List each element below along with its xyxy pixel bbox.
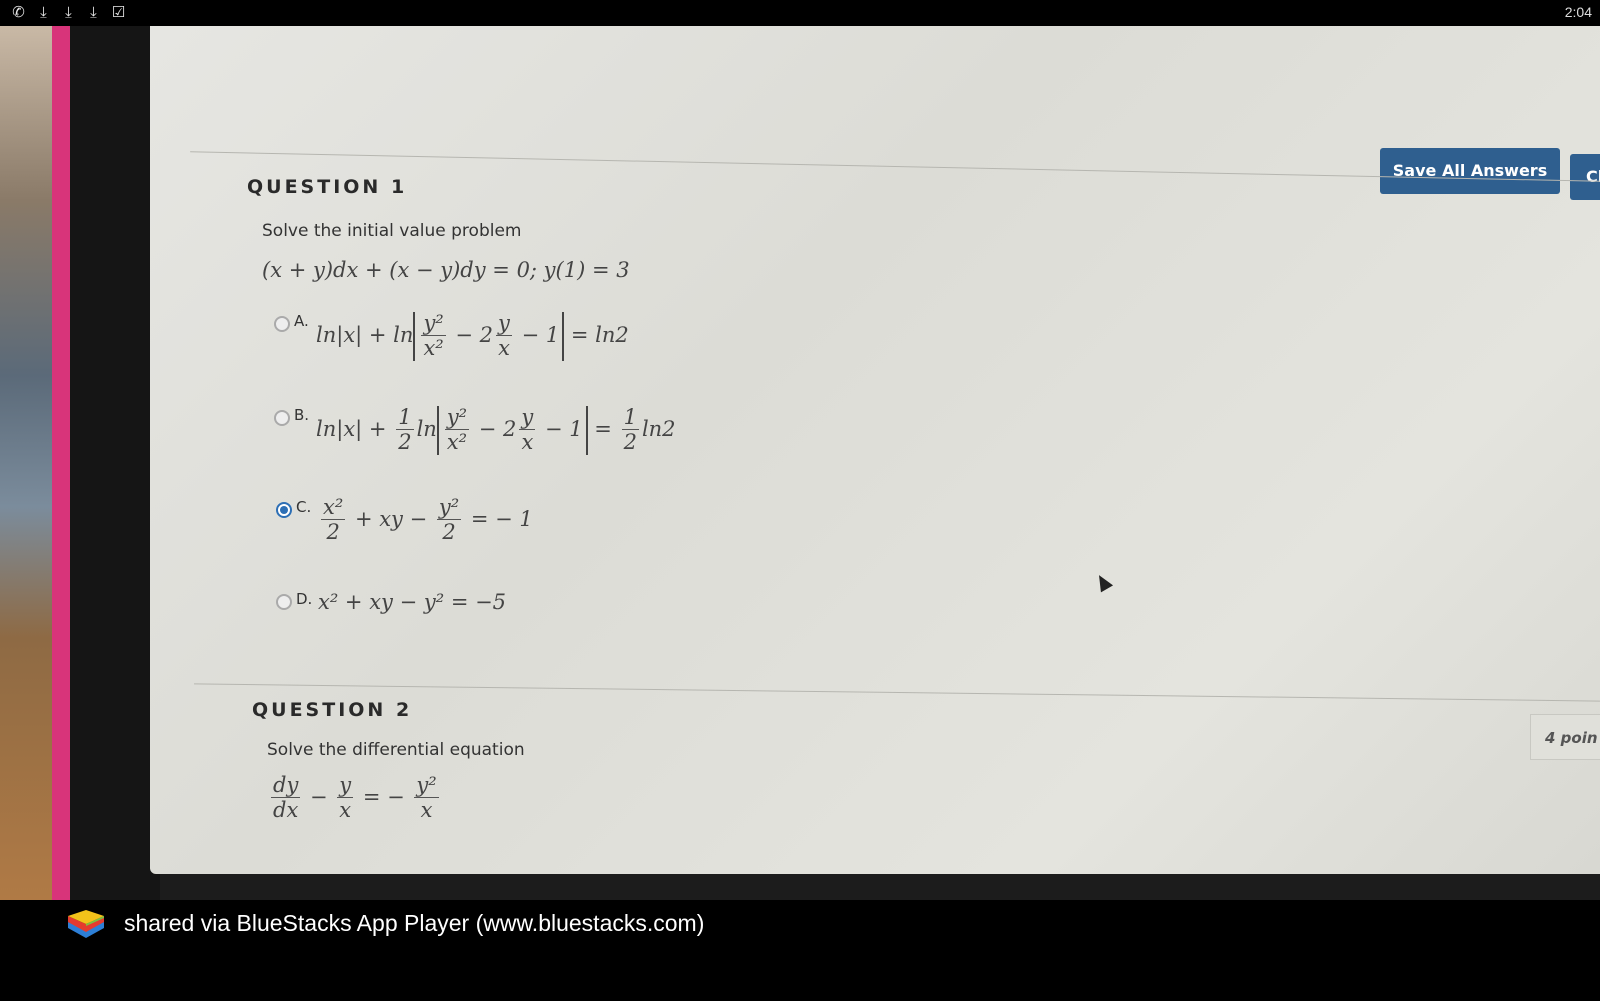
option-b-letter: B. bbox=[294, 406, 310, 424]
question-1-equation: (x + y)dx + (x − y)dy = 0; y(1) = 3 bbox=[262, 258, 630, 282]
option-d-radio[interactable] bbox=[276, 594, 292, 610]
clipboard-check-icon: ☑ bbox=[111, 3, 126, 21]
option-a-radio[interactable] bbox=[274, 316, 290, 332]
close-window-button[interactable]: Close Window bbox=[1570, 154, 1600, 200]
option-c-math[interactable]: x² 2 + xy − y² 2 = − 1 bbox=[318, 495, 533, 545]
question-1-title: QUESTION 1 bbox=[247, 176, 408, 198]
clock: 2:04 bbox=[1564, 4, 1592, 20]
option-d-math[interactable]: x² + xy − y² = −5 bbox=[318, 590, 506, 614]
question-2-equation: dy dx − yx = − y² x bbox=[271, 773, 439, 823]
download-icon: ⤓ bbox=[65, 3, 72, 21]
option-a-letter: A. bbox=[294, 312, 309, 330]
background-scene bbox=[0, 26, 60, 900]
laptop-bottom-edge bbox=[160, 874, 1600, 900]
points-badge: 4 poin bbox=[1530, 714, 1600, 760]
option-a-math[interactable]: ln|x| + ln y² x² − 2yx − 1 = ln2 bbox=[316, 311, 629, 362]
mouse-cursor-icon bbox=[1092, 571, 1114, 593]
android-status-bar: ✆ ⤓ ⤓ ⤓ ☑ 2:04 bbox=[0, 0, 1600, 26]
option-b-math[interactable]: ln|x| + 1 2 ln y² x² − 2yx − 1 = 1 2 ln2 bbox=[316, 405, 676, 456]
bluestacks-logo-icon bbox=[68, 910, 104, 938]
option-d-letter: D. bbox=[296, 590, 313, 608]
question-2-title: QUESTION 2 bbox=[252, 699, 413, 721]
option-c-letter: C. bbox=[296, 498, 312, 516]
whatsapp-icon: ✆ bbox=[12, 3, 25, 21]
save-all-answers-button[interactable]: Save All Answers bbox=[1380, 148, 1560, 194]
photo-of-laptop-screen: Save All Answers Close Window QUESTION 1… bbox=[0, 26, 1600, 900]
notification-icons: ✆ ⤓ ⤓ ⤓ ☑ bbox=[10, 3, 127, 21]
question-1-prompt: Solve the initial value problem bbox=[262, 221, 522, 241]
pink-laptop-edge bbox=[52, 26, 72, 900]
download-icon: ⤓ bbox=[40, 3, 47, 21]
option-b-radio[interactable] bbox=[274, 410, 290, 426]
quiz-page: Save All Answers Close Window QUESTION 1… bbox=[150, 26, 1600, 874]
share-caption: shared via BlueStacks App Player (www.bl… bbox=[124, 910, 705, 936]
share-footer: shared via BlueStacks App Player (www.bl… bbox=[0, 900, 1600, 1001]
question-2-prompt: Solve the differential equation bbox=[267, 740, 525, 760]
option-c-radio[interactable] bbox=[276, 502, 292, 518]
download-icon: ⤓ bbox=[90, 3, 97, 21]
